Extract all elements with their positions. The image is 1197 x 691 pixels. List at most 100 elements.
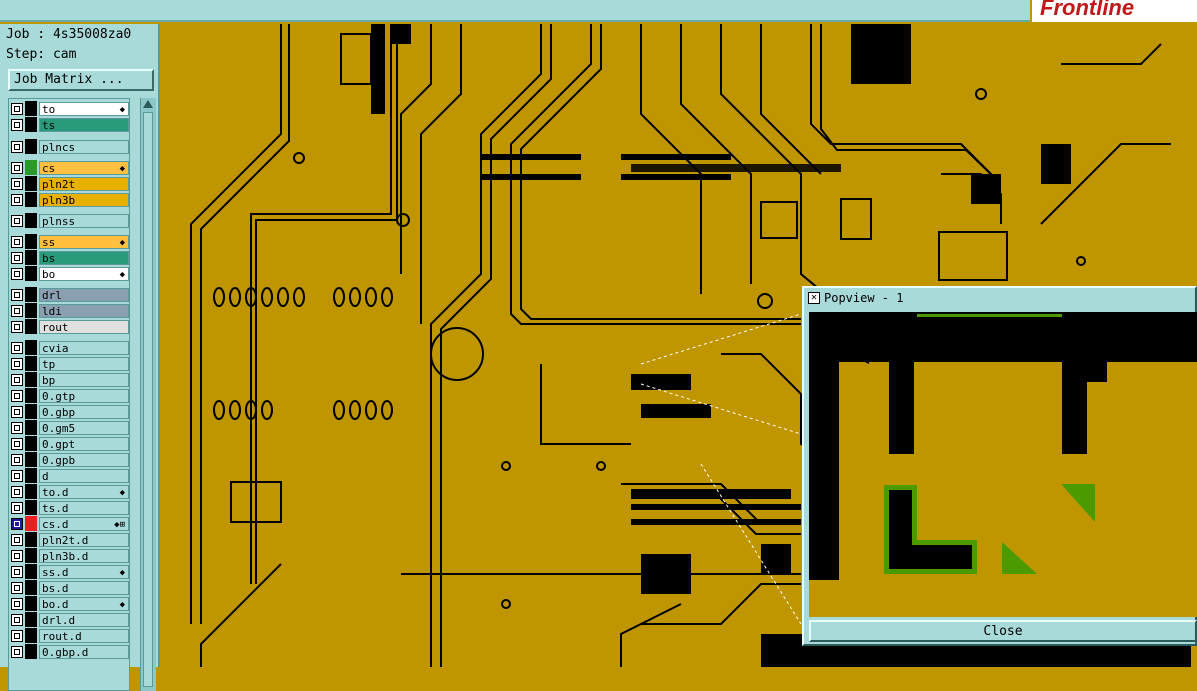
popview-window[interactable]: ✕ Popview - 1 Close: [802, 286, 1197, 646]
layer-row[interactable]: 0.gtp: [11, 388, 129, 403]
layer-checkbox[interactable]: [11, 405, 23, 418]
layer-name[interactable]: 0.gm5: [39, 420, 129, 435]
layer-row[interactable]: 0.gbp: [11, 404, 129, 419]
layer-row[interactable]: 0.gpt: [11, 436, 129, 451]
layer-name[interactable]: rout.d: [39, 628, 129, 643]
layer-row[interactable]: ss ◆: [11, 234, 129, 249]
layer-name[interactable]: tp: [39, 356, 129, 371]
layer-row[interactable]: to ◆: [11, 101, 129, 116]
layer-name[interactable]: pln3b.d: [39, 548, 129, 563]
layer-checkbox[interactable]: [11, 581, 23, 594]
layer-row[interactable]: cvia: [11, 340, 129, 355]
close-x-icon[interactable]: ✕: [808, 292, 820, 304]
layer-name[interactable]: rout: [39, 319, 129, 334]
layer-name[interactable]: cvia: [39, 340, 129, 355]
layer-row[interactable]: rout.d: [11, 628, 129, 643]
layer-row[interactable]: 0.gm5: [11, 420, 129, 435]
layer-row[interactable]: d: [11, 468, 129, 483]
layer-name[interactable]: 0.gpb: [39, 452, 129, 467]
layer-name[interactable]: cs ◆: [39, 160, 129, 175]
layer-checkbox[interactable]: [11, 501, 23, 514]
layer-checkbox[interactable]: [11, 645, 23, 658]
layer-name[interactable]: plncs: [39, 139, 129, 154]
scroll-thumb[interactable]: [143, 112, 153, 687]
layer-row[interactable]: bs: [11, 250, 129, 265]
layer-name[interactable]: d: [39, 468, 129, 483]
layer-row[interactable]: rout: [11, 319, 129, 334]
layer-name[interactable]: to.d ◆: [39, 484, 129, 499]
layer-name[interactable]: cs.d ◆⊞: [39, 516, 129, 531]
layer-checkbox[interactable]: [11, 214, 23, 227]
layer-name[interactable]: drl: [39, 287, 129, 302]
layer-name[interactable]: pln2t: [39, 176, 129, 191]
layer-checkbox[interactable]: [11, 235, 23, 248]
layer-checkbox[interactable]: [11, 437, 23, 450]
layer-row[interactable]: ldi: [11, 303, 129, 318]
layer-checkbox[interactable]: [11, 304, 23, 317]
layer-checkbox[interactable]: [11, 177, 23, 190]
layer-name[interactable]: ldi: [39, 303, 129, 318]
layer-checkbox[interactable]: [11, 549, 23, 562]
layer-name[interactable]: 0.gbp: [39, 404, 129, 419]
layer-row[interactable]: ts.d: [11, 500, 129, 515]
job-matrix-button[interactable]: Job Matrix ...: [8, 69, 154, 91]
layer-row[interactable]: bo ◆: [11, 266, 129, 281]
layer-checkbox[interactable]: [11, 565, 23, 578]
layer-row[interactable]: ss.d ◆: [11, 564, 129, 579]
layer-name[interactable]: drl.d: [39, 612, 129, 627]
layer-row[interactable]: pln3b: [11, 192, 129, 207]
layer-row[interactable]: ts: [11, 117, 129, 132]
layer-row[interactable]: cs ◆: [11, 160, 129, 175]
layer-row[interactable]: pln2t.d: [11, 532, 129, 547]
scroll-up-icon[interactable]: [143, 100, 153, 108]
layer-checkbox[interactable]: [11, 102, 23, 115]
layer-row[interactable]: to.d ◆: [11, 484, 129, 499]
layer-checkbox[interactable]: [11, 629, 23, 642]
layer-checkbox[interactable]: [11, 193, 23, 206]
layer-checkbox[interactable]: [11, 533, 23, 546]
layer-checkbox[interactable]: [11, 288, 23, 301]
layer-row[interactable]: cs.d ◆⊞: [11, 516, 129, 531]
layer-checkbox[interactable]: [11, 597, 23, 610]
layer-name[interactable]: ss ◆: [39, 234, 129, 249]
layer-name[interactable]: to ◆: [39, 101, 129, 116]
layer-name[interactable]: 0.gpt: [39, 436, 129, 451]
layer-checkbox[interactable]: [11, 453, 23, 466]
layer-list-scrollbar[interactable]: [140, 98, 156, 691]
layer-row[interactable]: plncs: [11, 139, 129, 154]
layer-name[interactable]: bp: [39, 372, 129, 387]
layer-row[interactable]: 0.gpb: [11, 452, 129, 467]
layer-checkbox[interactable]: [11, 118, 23, 131]
layer-name[interactable]: ss.d ◆: [39, 564, 129, 579]
layer-checkbox[interactable]: [11, 485, 23, 498]
layer-row[interactable]: bp: [11, 372, 129, 387]
layer-row[interactable]: tp: [11, 356, 129, 371]
layer-checkbox[interactable]: [11, 161, 23, 174]
layer-name[interactable]: plnss: [39, 213, 129, 228]
layer-name[interactable]: 0.gtp: [39, 388, 129, 403]
layer-name[interactable]: bs.d: [39, 580, 129, 595]
layer-checkbox[interactable]: [11, 421, 23, 434]
layer-checkbox[interactable]: [11, 517, 23, 530]
layer-checkbox[interactable]: [11, 389, 23, 402]
popview-titlebar[interactable]: ✕ Popview - 1: [804, 288, 1195, 308]
layer-row[interactable]: drl.d: [11, 612, 129, 627]
close-button[interactable]: Close: [809, 620, 1197, 642]
layer-checkbox[interactable]: [11, 341, 23, 354]
layer-checkbox[interactable]: [11, 320, 23, 333]
layer-checkbox[interactable]: [11, 251, 23, 264]
layer-checkbox[interactable]: [11, 469, 23, 482]
layer-name[interactable]: pln2t.d: [39, 532, 129, 547]
layer-name[interactable]: pln3b: [39, 192, 129, 207]
layer-row[interactable]: pln3b.d: [11, 548, 129, 563]
layer-name[interactable]: bo ◆: [39, 266, 129, 281]
popview-canvas[interactable]: [809, 312, 1197, 617]
layer-row[interactable]: 0.gbp.d: [11, 644, 129, 659]
layer-checkbox[interactable]: [11, 267, 23, 280]
layer-row[interactable]: pln2t: [11, 176, 129, 191]
layer-checkbox[interactable]: [11, 357, 23, 370]
layer-checkbox[interactable]: [11, 140, 23, 153]
layer-row[interactable]: plnss: [11, 213, 129, 228]
layer-name[interactable]: ts.d: [39, 500, 129, 515]
layer-row[interactable]: drl: [11, 287, 129, 302]
